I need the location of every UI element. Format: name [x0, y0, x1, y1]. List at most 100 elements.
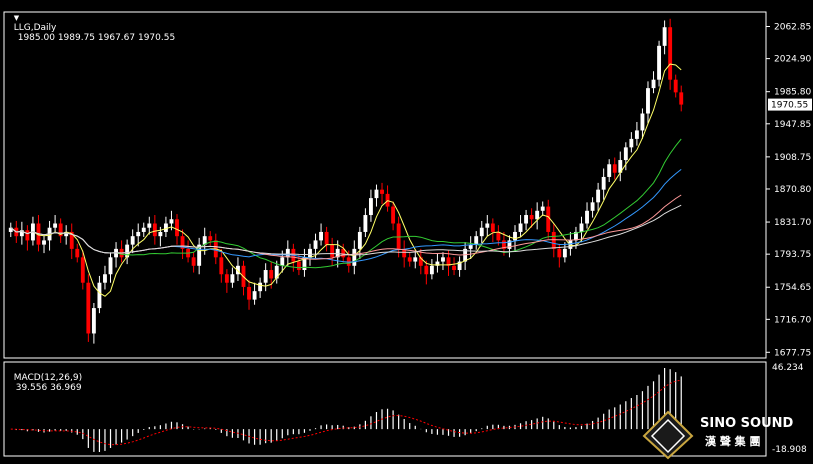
macd-header: MACD(12,26,9) 39.556 36.969	[8, 363, 82, 393]
candle-body	[485, 223, 490, 228]
candle-body	[590, 202, 595, 211]
candle-body	[368, 198, 373, 216]
candle-body	[662, 27, 667, 46]
candle	[374, 184, 379, 207]
candle-body	[579, 223, 584, 232]
candle-body	[280, 257, 285, 266]
price-tick-label: 1947.85	[774, 120, 811, 130]
candle	[114, 242, 118, 268]
candle-body	[396, 223, 401, 249]
candle	[385, 185, 390, 212]
macd-tick-label: 46.234	[772, 363, 804, 373]
candle-body	[108, 257, 113, 275]
candle-body	[208, 236, 213, 241]
candle-body	[141, 227, 146, 232]
candle-body	[452, 265, 456, 271]
ma-blue-line	[10, 169, 682, 263]
candle	[197, 237, 202, 275]
logo-chinese-text: 漢 聲 集 團	[705, 434, 761, 448]
candle	[285, 240, 290, 266]
candle	[585, 202, 589, 229]
candle-body	[258, 282, 263, 292]
candle	[607, 159, 612, 183]
candle-body	[568, 240, 573, 249]
candle-body	[646, 88, 650, 114]
chart-canvas[interactable]: 2062.85 2024.90 1985.80 1947.85 1908.75 1870.…	[0, 0, 813, 460]
candle	[141, 222, 146, 238]
candle-body	[668, 27, 673, 80]
candle	[75, 243, 80, 263]
candle-body	[562, 248, 567, 258]
candle-body	[673, 79, 678, 93]
candle	[53, 215, 58, 233]
candle	[191, 252, 196, 273]
ma-green-line	[10, 138, 682, 269]
candle	[618, 151, 623, 182]
candle-body	[230, 274, 235, 283]
candle-body	[75, 248, 80, 258]
candle	[662, 20, 667, 55]
candle-body	[479, 227, 484, 237]
candle-body	[25, 230, 30, 241]
candle	[413, 250, 418, 269]
candle-body	[607, 164, 612, 177]
candle-body	[407, 257, 412, 262]
candle-body	[441, 257, 445, 262]
candle	[629, 132, 634, 153]
candle	[208, 231, 213, 246]
candle	[463, 242, 468, 271]
candle-body	[42, 240, 46, 245]
candle-body	[219, 257, 224, 275]
macd-tick-label: -18.908	[772, 445, 807, 455]
candle-body	[363, 215, 368, 232]
candle-body	[285, 248, 290, 258]
candle-body	[612, 164, 617, 173]
candle-body	[103, 274, 107, 283]
candle	[219, 248, 224, 283]
candle	[330, 237, 335, 266]
candle	[247, 280, 251, 310]
candle	[319, 223, 324, 246]
candle-body	[308, 248, 312, 258]
candle	[673, 74, 678, 98]
candle	[97, 275, 102, 314]
macd-label: MACD(12,26,9)	[13, 373, 83, 383]
candle-body	[474, 236, 479, 245]
candle-body	[490, 223, 495, 232]
candle	[634, 121, 639, 146]
candle-body	[80, 257, 85, 283]
collapse-triangle-icon[interactable]: ▼	[14, 14, 19, 22]
candle-body	[679, 92, 684, 105]
ohlc-values: 1985.00 1989.75 1967.67 1970.55	[17, 33, 176, 43]
candle	[429, 259, 434, 280]
candle-body	[263, 270, 268, 283]
macd-values: 39.556 36.969	[15, 383, 82, 393]
chart-header: ▼ LLG,Daily 1985.00 1989.75 1967.67 1970…	[8, 3, 175, 43]
candle	[452, 257, 456, 276]
candle	[363, 208, 368, 238]
candle-body	[86, 282, 91, 334]
candle	[368, 189, 373, 222]
macd-signal-line	[10, 379, 682, 446]
candle	[108, 252, 113, 283]
candle	[596, 182, 601, 211]
price-tick-label: 1985.80	[774, 88, 811, 98]
candle-body	[429, 265, 434, 275]
candle-body	[324, 231, 329, 245]
candle-body	[413, 257, 418, 262]
candle	[612, 157, 617, 180]
candle-body	[551, 231, 556, 249]
candle	[91, 303, 96, 344]
logo-brand-text: SINO SOUND	[700, 416, 794, 431]
candle-body	[651, 79, 656, 89]
candle-body	[191, 257, 196, 266]
price-chart[interactable]: 2062.85 2024.90 1985.80 1947.85 1908.75 1870.…	[0, 0, 813, 460]
candle	[8, 222, 13, 238]
candle	[657, 40, 662, 87]
candle-body	[91, 308, 96, 334]
candle-body	[313, 240, 318, 249]
candle-body	[269, 270, 274, 279]
candle	[42, 235, 46, 254]
candle	[147, 216, 152, 235]
candle-body	[596, 189, 601, 203]
